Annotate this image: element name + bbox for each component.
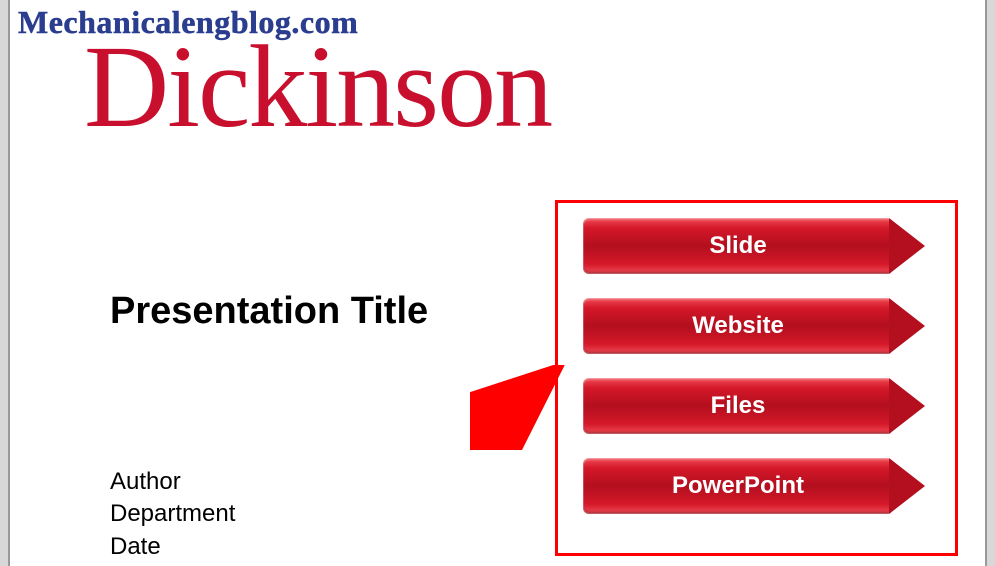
website-link-button[interactable]: Website <box>583 298 933 354</box>
button-label: PowerPoint <box>672 472 804 500</box>
brand-logo: Dickinson <box>84 28 551 146</box>
arrow-head-icon <box>889 378 925 434</box>
arrow-head-icon <box>889 298 925 354</box>
meta-block[interactable]: Author Department Date <box>110 466 235 563</box>
hyperlink-buttons-group: Slide Website Files PowerPoint <box>583 218 933 514</box>
powerpoint-link-button[interactable]: PowerPoint <box>583 458 933 514</box>
slide-link-button[interactable]: Slide <box>583 218 933 274</box>
author-field: Author <box>110 466 235 498</box>
button-label: Files <box>711 392 766 420</box>
department-field: Department <box>110 498 235 530</box>
watermark-text: Mechanicalengblog.com <box>18 4 358 41</box>
slide-canvas: Mechanicalengblog.com Dickinson Presenta… <box>8 0 987 566</box>
annotation-arrow-icon <box>470 365 565 450</box>
files-link-button[interactable]: Files <box>583 378 933 434</box>
button-label: Slide <box>709 232 766 260</box>
date-field: Date <box>110 531 235 563</box>
button-label: Website <box>692 312 784 340</box>
arrow-head-icon <box>889 218 925 274</box>
arrow-head-icon <box>889 458 925 514</box>
presentation-title[interactable]: Presentation Title <box>110 290 428 333</box>
